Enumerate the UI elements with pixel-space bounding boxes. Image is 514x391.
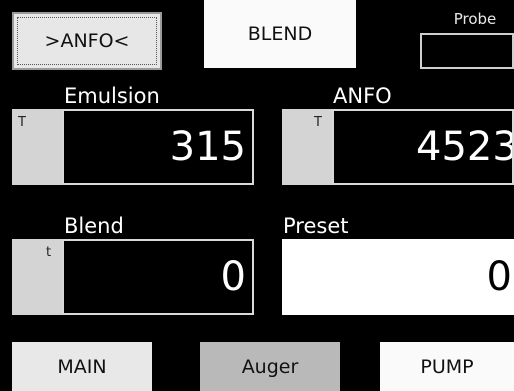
emulsion-value-display: 315 [62, 109, 254, 185]
blend-key-label: t [46, 245, 52, 260]
blend-mode-label: BLEND [247, 23, 313, 45]
emulsion-tare-key[interactable]: T [12, 109, 62, 185]
blend-tare-key[interactable]: t [12, 239, 62, 315]
auger-button-label: Auger [241, 355, 299, 378]
emulsion-label: Emulsion [64, 84, 160, 108]
anfo-value-display: 4523 [332, 109, 514, 185]
pump-button[interactable]: PUMP [380, 342, 514, 391]
main-button[interactable]: MAIN [12, 342, 152, 391]
anfo-mode-button[interactable]: >ANFO< [12, 12, 162, 70]
preset-value: 0 [486, 254, 512, 300]
blend-value: 0 [220, 254, 246, 300]
pump-button-label: PUMP [420, 355, 474, 378]
emulsion-value: 315 [169, 124, 246, 170]
preset-input[interactable]: 0 [282, 239, 514, 315]
anfo-tare-key[interactable]: T [282, 109, 332, 185]
probe-label: Probe [453, 10, 497, 28]
anfo-value: 4523 [416, 124, 514, 170]
blend-mode-button[interactable]: BLEND [204, 0, 356, 68]
emulsion-key-label: T [18, 115, 26, 130]
anfo-key-label: T [314, 115, 322, 130]
main-button-label: MAIN [57, 355, 107, 378]
anfo-label: ANFO [333, 84, 392, 108]
blend-label: Blend [64, 214, 124, 238]
preset-label: Preset [283, 214, 349, 238]
anfo-mode-label: >ANFO< [44, 30, 130, 52]
probe-indicator [420, 33, 514, 69]
blend-value-display: 0 [62, 239, 254, 315]
auger-button[interactable]: Auger [200, 342, 340, 391]
